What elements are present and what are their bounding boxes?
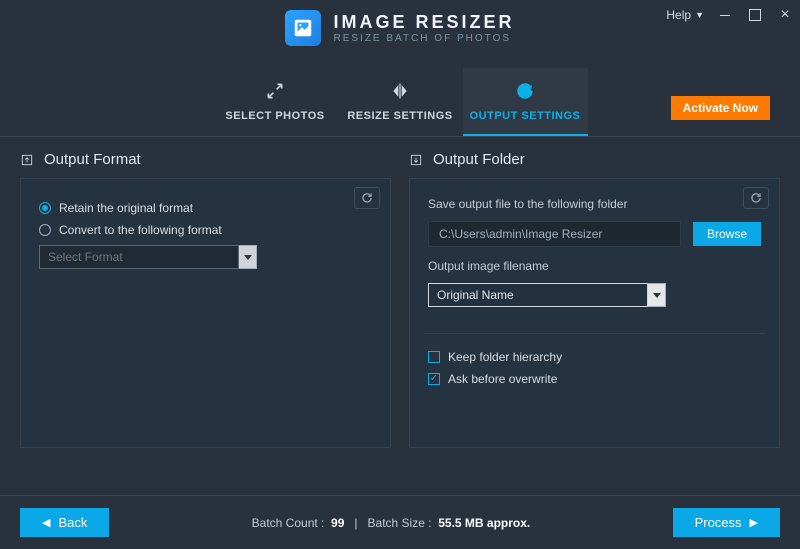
checkbox-keep-hierarchy[interactable]: Keep folder hierarchy bbox=[428, 350, 761, 364]
format-select[interactable] bbox=[39, 245, 372, 269]
radio-label: Convert to the following format bbox=[59, 223, 222, 237]
checkbox-label: Keep folder hierarchy bbox=[448, 350, 562, 364]
radio-indicator-icon bbox=[39, 224, 51, 236]
back-button[interactable]: ◀ Back bbox=[20, 508, 109, 537]
dropdown-button[interactable] bbox=[648, 283, 666, 307]
radio-label: Retain the original format bbox=[59, 201, 193, 215]
output-path-input[interactable] bbox=[428, 221, 681, 247]
save-location-label: Save output file to the following folder bbox=[428, 197, 761, 211]
flip-icon bbox=[390, 80, 410, 102]
tab-resize-settings[interactable]: RESIZE SETTINGS bbox=[338, 68, 463, 136]
radio-indicator-icon bbox=[39, 202, 51, 214]
button-label: Process bbox=[695, 515, 742, 530]
tabs: SELECT PHOTOS RESIZE SETTINGS OUTPUT SET… bbox=[0, 68, 800, 137]
filename-select-input[interactable] bbox=[428, 283, 648, 307]
tab-select-photos[interactable]: SELECT PHOTOS bbox=[213, 68, 338, 136]
divider bbox=[424, 333, 765, 334]
chevron-down-icon: ▼ bbox=[695, 10, 704, 20]
maximize-button[interactable] bbox=[746, 6, 764, 24]
filename-select[interactable] bbox=[428, 283, 761, 307]
folder-card: Save output file to the following folder… bbox=[409, 178, 780, 448]
minimize-button[interactable] bbox=[716, 6, 734, 24]
format-select-input[interactable] bbox=[39, 245, 239, 269]
filename-label: Output image filename bbox=[428, 259, 761, 273]
panel-title: Output Folder bbox=[433, 151, 525, 168]
dropdown-button[interactable] bbox=[239, 245, 257, 269]
import-icon bbox=[409, 153, 423, 167]
close-button[interactable]: × bbox=[776, 6, 794, 24]
chevron-right-icon: ▶ bbox=[750, 516, 758, 529]
expand-icon bbox=[265, 80, 285, 102]
app-title: IMAGE RESIZER bbox=[333, 12, 514, 33]
radio-convert-format[interactable]: Convert to the following format bbox=[39, 223, 372, 237]
help-menu[interactable]: Help ▼ bbox=[666, 8, 704, 22]
panel-title: Output Format bbox=[44, 151, 141, 168]
reset-folder-button[interactable] bbox=[743, 187, 769, 209]
tab-label: OUTPUT SETTINGS bbox=[470, 110, 581, 122]
browse-button[interactable]: Browse bbox=[693, 222, 761, 246]
chevron-left-icon: ◀ bbox=[42, 516, 50, 529]
batch-size-value: 55.5 MB approx. bbox=[438, 516, 530, 530]
output-folder-panel: Output Folder Save output file to the fo… bbox=[409, 151, 780, 448]
batch-count-label: Batch Count : bbox=[252, 516, 325, 530]
batch-count-value: 99 bbox=[331, 516, 344, 530]
main-content: Output Format Retain the original format… bbox=[0, 137, 800, 448]
export-icon bbox=[20, 153, 34, 167]
process-button[interactable]: Process ▶ bbox=[673, 508, 780, 537]
app-subtitle: RESIZE BATCH OF PHOTOS bbox=[333, 33, 514, 44]
tab-label: RESIZE SETTINGS bbox=[347, 110, 452, 122]
activate-button[interactable]: Activate Now bbox=[671, 96, 770, 120]
tab-output-settings[interactable]: OUTPUT SETTINGS bbox=[463, 68, 588, 136]
checkbox-icon bbox=[428, 373, 440, 385]
batch-size-label: Batch Size : bbox=[368, 516, 432, 530]
footer: ◀ Back Batch Count : 99 | Batch Size : 5… bbox=[0, 495, 800, 549]
status-bar: Batch Count : 99 | Batch Size : 55.5 MB … bbox=[109, 516, 672, 530]
tab-label: SELECT PHOTOS bbox=[225, 110, 324, 122]
button-label: Back bbox=[58, 515, 87, 530]
panel-heading: Output Format bbox=[20, 151, 391, 178]
app-logo-icon bbox=[285, 10, 321, 46]
format-card: Retain the original format Convert to th… bbox=[20, 178, 391, 448]
checkbox-ask-overwrite[interactable]: Ask before overwrite bbox=[428, 372, 761, 386]
refresh-icon bbox=[515, 80, 535, 102]
help-label: Help bbox=[666, 8, 691, 22]
checkbox-icon bbox=[428, 351, 440, 363]
output-format-panel: Output Format Retain the original format… bbox=[20, 151, 391, 448]
checkbox-label: Ask before overwrite bbox=[448, 372, 557, 386]
radio-retain-format[interactable]: Retain the original format bbox=[39, 201, 372, 215]
reset-format-button[interactable] bbox=[354, 187, 380, 209]
panel-heading: Output Folder bbox=[409, 151, 780, 178]
